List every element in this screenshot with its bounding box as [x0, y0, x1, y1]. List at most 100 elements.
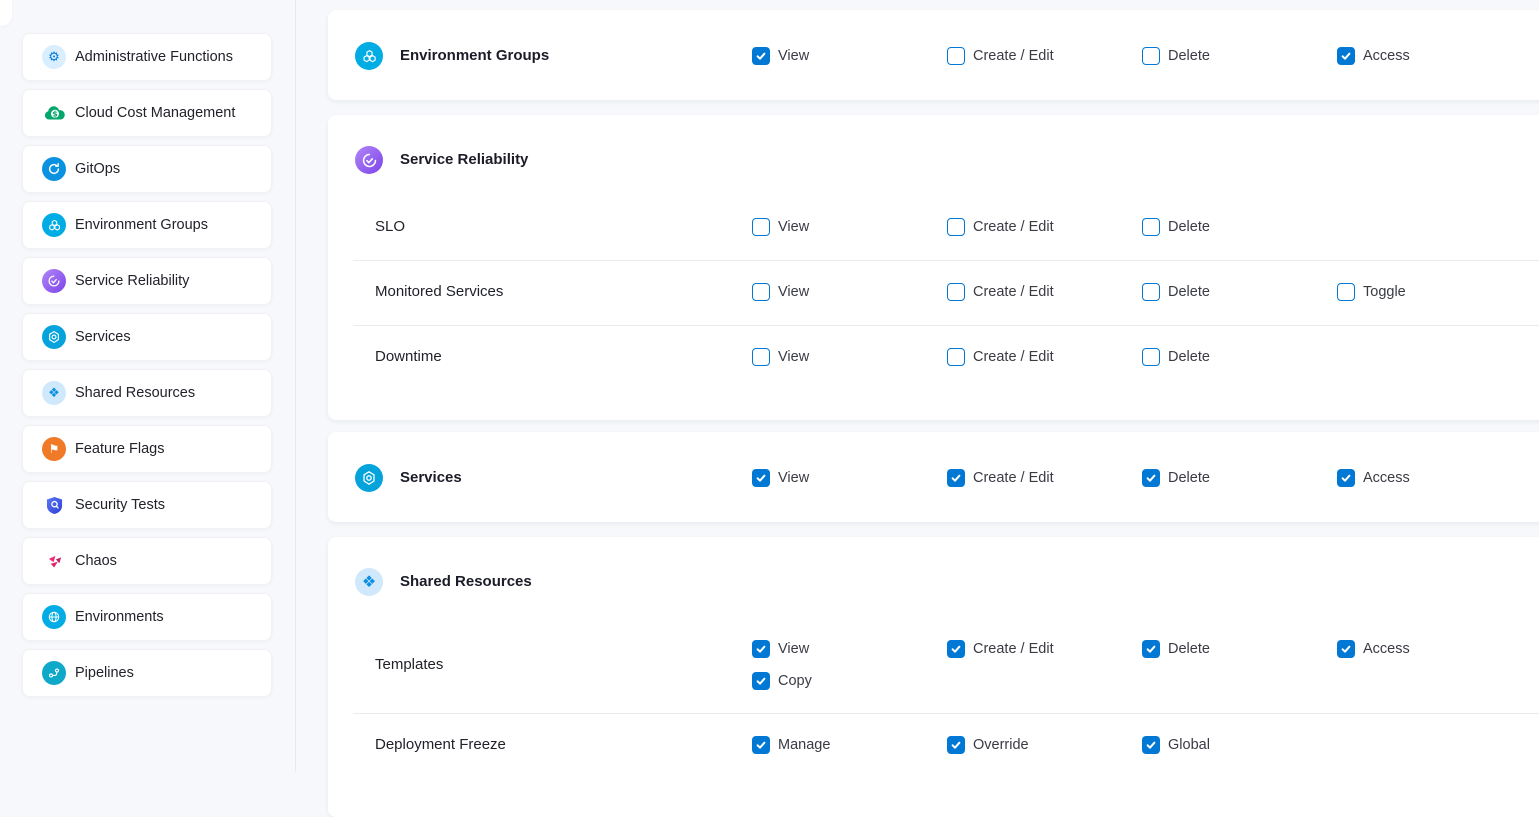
checkbox-label: Delete — [1168, 47, 1210, 65]
permission-create-edit: Create / Edit — [947, 283, 1054, 301]
sidebar-item-label: Cloud Cost Management — [75, 105, 235, 121]
permission-access: Access — [1337, 47, 1410, 65]
sidebar-item-label: Feature Flags — [75, 441, 164, 457]
checkbox-access[interactable] — [1337, 47, 1355, 65]
sidebar-item-cloud-cost-management[interactable]: $ Cloud Cost Management — [22, 89, 272, 137]
shield-icon — [42, 493, 66, 517]
checkbox-label: Create / Edit — [973, 283, 1054, 301]
chaos-icon — [42, 549, 66, 573]
checkbox-create-edit[interactable] — [947, 47, 965, 65]
checkbox-label: View — [778, 218, 809, 236]
sidebar-item-security-tests[interactable]: Security Tests — [22, 481, 272, 529]
sidebar-item-environments[interactable]: Environments — [22, 593, 272, 641]
checkbox-label: View — [778, 469, 809, 487]
sidebar-item-environment-groups[interactable]: Environment Groups — [22, 201, 272, 249]
permission-delete: Delete — [1142, 218, 1210, 236]
checkbox-global[interactable] — [1142, 736, 1160, 754]
checkbox-view[interactable] — [752, 640, 770, 658]
permission-row-downtime: Downtime View Create / Edit Delete — [328, 325, 1539, 390]
permission-view: View — [752, 47, 809, 65]
sidebar-item-services[interactable]: Services — [22, 313, 272, 361]
permission-card-environment-groups: Environment Groups View Create / Edit Delet… — [328, 10, 1539, 100]
sidebar-item-feature-flags[interactable]: ⚑ Feature Flags — [22, 425, 272, 473]
sidebar-item-gitops[interactable]: GitOps — [22, 145, 272, 193]
checkbox-toggle[interactable] — [1337, 283, 1355, 301]
checkbox-delete[interactable] — [1142, 348, 1160, 366]
checkbox-delete[interactable] — [1142, 218, 1160, 236]
checkbox-label: View — [778, 640, 809, 658]
permission-card-shared-resources: ❖Shared ResourcesTemplatesViewCreate / E… — [328, 537, 1539, 817]
checkbox-view[interactable] — [752, 469, 770, 487]
sidebar-item-chaos[interactable]: Chaos — [22, 537, 272, 585]
checkbox-delete[interactable] — [1142, 47, 1160, 65]
checkbox-label: Delete — [1168, 348, 1210, 366]
checkbox-view[interactable] — [752, 47, 770, 65]
checkbox-label: Access — [1363, 47, 1410, 65]
pipelines-icon — [42, 661, 66, 685]
checkbox-access[interactable] — [1337, 640, 1355, 658]
checkbox-create-edit[interactable] — [947, 640, 965, 658]
shared-resources-icon: ❖ — [42, 381, 66, 405]
checkbox-copy[interactable] — [752, 672, 770, 690]
svg-text:$: $ — [52, 110, 58, 119]
section-title: Service Reliability — [400, 150, 528, 170]
environment-groups-icon — [42, 213, 66, 237]
gitops-icon — [42, 157, 66, 181]
row-label: Templates — [375, 655, 443, 675]
checkbox-create-edit[interactable] — [947, 283, 965, 301]
checkbox-override[interactable] — [947, 736, 965, 754]
permission-create-edit: Create / Edit — [947, 47, 1054, 65]
sidebar-item-label: GitOps — [75, 161, 120, 177]
checkbox-view[interactable] — [752, 283, 770, 301]
permission-access: Access — [1337, 469, 1410, 487]
checkbox-label: Create / Edit — [973, 348, 1054, 366]
permission-view: View — [752, 283, 809, 301]
row-label: Downtime — [375, 347, 442, 367]
permission-delete: Delete — [1142, 283, 1210, 301]
permission-create-edit: Create / Edit — [947, 640, 1054, 658]
gear-icon: ⚙ — [42, 45, 66, 69]
section-title: Environment Groups — [400, 46, 549, 66]
checkbox-create-edit[interactable] — [947, 469, 965, 487]
row-label: SLO — [375, 217, 405, 237]
page: ⚙Administrative Functions $ Cloud Cost Man… — [0, 0, 1539, 772]
checkbox-create-edit[interactable] — [947, 348, 965, 366]
checkbox-view[interactable] — [752, 218, 770, 236]
sidebar-item-label: Shared Resources — [75, 385, 195, 401]
section-title: Services — [400, 468, 462, 488]
checkbox-label: Create / Edit — [973, 469, 1054, 487]
sidebar-item-shared-resources[interactable]: ❖ Shared Resources — [22, 369, 272, 417]
checkbox-label: Toggle — [1363, 283, 1406, 301]
checkbox-create-edit[interactable] — [947, 218, 965, 236]
permission-view: View — [752, 218, 809, 236]
permission-delete: Delete — [1142, 469, 1210, 487]
checkbox-label: View — [778, 348, 809, 366]
environment-groups-icon — [355, 42, 383, 70]
checkbox-access[interactable] — [1337, 469, 1355, 487]
resource-category-sidebar: ⚙Administrative Functions $ Cloud Cost Man… — [0, 0, 296, 772]
sidebar-item-administrative-functions[interactable]: ⚙Administrative Functions — [22, 33, 272, 81]
permission-global: Global — [1142, 736, 1210, 754]
checkbox-label: View — [778, 283, 809, 301]
checkbox-label: Global — [1168, 736, 1210, 754]
checkbox-view[interactable] — [752, 348, 770, 366]
permission-card-services: Services View Create / Edit Delete Access — [328, 432, 1539, 522]
checkbox-label: Delete — [1168, 283, 1210, 301]
flag-icon: ⚑ — [42, 437, 66, 461]
permission-view: View — [752, 348, 809, 366]
checkbox-delete[interactable] — [1142, 640, 1160, 658]
checkbox-delete[interactable] — [1142, 469, 1160, 487]
checkbox-delete[interactable] — [1142, 283, 1160, 301]
permission-row-monitored-services: Monitored ServicesViewCreate / EditDelet… — [328, 260, 1539, 325]
permission-create-edit: Create / Edit — [947, 348, 1054, 366]
sidebar-item-service-reliability[interactable]: Service Reliability — [22, 257, 272, 305]
sidebar-item-label: Services — [75, 329, 131, 345]
permission-row-slo: SLOViewCreate / EditDelete — [328, 195, 1539, 260]
permission-manage: Manage — [752, 736, 830, 754]
checkbox-manage[interactable] — [752, 736, 770, 754]
sidebar-item-pipelines[interactable]: Pipelines — [22, 649, 272, 697]
service-reliability-icon — [42, 269, 66, 293]
sidebar-item-label: Pipelines — [75, 665, 134, 681]
permissions-panel: Environment Groups View Create / Edit Delet… — [297, 0, 1539, 772]
shared-resources-icon: ❖ — [355, 568, 383, 596]
